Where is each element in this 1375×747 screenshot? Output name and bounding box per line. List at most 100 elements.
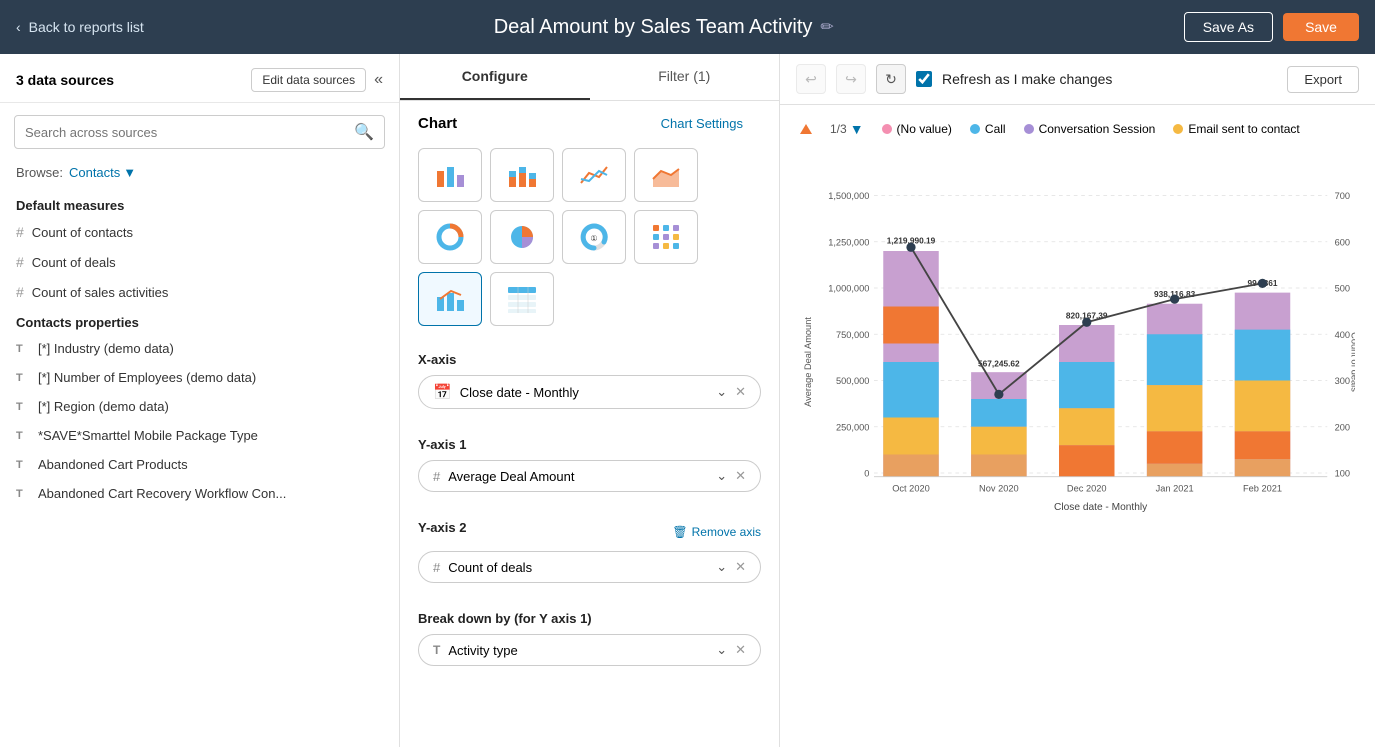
right-toolbar: ↩ ↪ ↻ Refresh as I make changes Export [780, 54, 1375, 105]
bar-jan-segment4 [1147, 431, 1203, 463]
edit-title-icon[interactable]: ✏ [820, 17, 833, 37]
yaxis2-select-inner: # Count of deals [433, 560, 532, 575]
legend-dot-conversation [1024, 124, 1034, 134]
line-point-jan [1170, 294, 1179, 303]
yaxis1-value: Average Deal Amount [448, 469, 574, 484]
yaxis1-clear-icon[interactable]: ✕ [735, 468, 746, 484]
contacts-properties-label: Contacts properties [0, 307, 399, 334]
prop-abandoned-cart[interactable]: T Abandoned Cart Products [0, 450, 399, 479]
svg-text:Count of deals: Count of deals [1349, 332, 1355, 392]
browse-select-button[interactable]: Contacts ▼ [69, 165, 136, 180]
prop-type-icon: T [16, 459, 30, 471]
tab-filter[interactable]: Filter (1) [590, 54, 780, 100]
chart-type-combo[interactable] [418, 272, 482, 326]
xaxis-value: Close date - Monthly [460, 385, 579, 400]
prop-region[interactable]: T [*] Region (demo data) [0, 392, 399, 421]
chart-area: 1/3 ▼ (No value) Call Conversation Sessi… [780, 105, 1375, 747]
redo-button[interactable]: ↪ [836, 64, 866, 94]
xaxis-label: X-axis [418, 352, 761, 367]
svg-text:Dec 2020: Dec 2020 [1067, 484, 1107, 494]
yaxis2-section: Y-axis 2 🗑 Remove axis # Count of deals … [400, 506, 779, 583]
auto-refresh-checkbox[interactable] [916, 71, 932, 87]
svg-text:600: 600 [1335, 237, 1350, 247]
yaxis1-hash-icon: # [433, 469, 440, 484]
bar-jan-segment2 [1147, 334, 1203, 385]
browse-label: Browse: [16, 165, 63, 180]
yaxis2-select[interactable]: # Count of deals ⌄ ✕ [418, 551, 761, 583]
yaxis2-clear-icon[interactable]: ✕ [735, 559, 746, 575]
prop-type-icon: T [16, 401, 30, 413]
data-sources-label: 3 data sources [16, 72, 114, 88]
prop-label: [*] Number of Employees (demo data) [38, 370, 256, 385]
line-point-dec [1082, 318, 1091, 327]
svg-text:Close date - Monthly: Close date - Monthly [1054, 502, 1148, 513]
refresh-button[interactable]: ↻ [876, 64, 906, 94]
prop-employees[interactable]: T [*] Number of Employees (demo data) [0, 363, 399, 392]
chart-type-table[interactable] [490, 272, 554, 326]
export-button[interactable]: Export [1287, 66, 1359, 93]
chart-type-stacked-bar[interactable] [490, 148, 554, 202]
measure-label: Count of contacts [32, 225, 133, 240]
search-input[interactable] [25, 125, 346, 140]
legend-dot-call [970, 124, 980, 134]
chart-type-goal[interactable]: ① [562, 210, 626, 264]
svg-text:0: 0 [864, 469, 869, 479]
save-button[interactable]: Save [1283, 13, 1359, 41]
measure-count-sales-activities[interactable]: # Count of sales activities [0, 277, 399, 307]
prop-label: Abandoned Cart Products [38, 457, 188, 472]
chart-type-bar[interactable] [418, 148, 482, 202]
xaxis-select-inner: 📅 Close date - Monthly [433, 383, 579, 401]
bar-dec-segment3 [1059, 408, 1115, 445]
legend-triangle-icon [800, 124, 812, 134]
breakdown-select[interactable]: T Activity type ⌄ ✕ [418, 634, 761, 666]
remove-axis-button[interactable]: 🗑 Remove axis [672, 525, 761, 539]
undo-button[interactable]: ↩ [796, 64, 826, 94]
svg-text:Average Deal Amount: Average Deal Amount [803, 317, 813, 407]
chart-type-grid[interactable] [634, 210, 698, 264]
chart-type-line[interactable] [562, 148, 626, 202]
pagination-down-icon[interactable]: ▼ [850, 121, 864, 137]
bar-feb-segment3 [1235, 381, 1291, 432]
prop-smarttel[interactable]: T *SAVE*Smarttel Mobile Package Type [0, 421, 399, 450]
chart-settings-link[interactable]: Chart Settings [643, 116, 761, 131]
legend-triangle-item [800, 124, 812, 134]
chart-types-grid: ① [400, 136, 779, 338]
svg-text:500,000: 500,000 [836, 376, 869, 386]
bar-oct-segment2 [883, 307, 939, 344]
back-button[interactable]: ‹ Back to reports list [16, 19, 144, 35]
xaxis-select[interactable]: 📅 Close date - Monthly ⌄ ✕ [418, 375, 761, 409]
bar-dec-segment2 [1059, 362, 1115, 408]
pagination-value: 1/3 [830, 122, 847, 136]
xaxis-select-actions: ⌄ ✕ [716, 384, 746, 400]
legend-conversation: Conversation Session [1024, 122, 1156, 136]
save-as-button[interactable]: Save As [1184, 12, 1273, 42]
left-header: 3 data sources Edit data sources « [0, 54, 399, 103]
chart-type-area[interactable] [634, 148, 698, 202]
prop-type-icon: T [16, 430, 30, 442]
svg-text:750,000: 750,000 [836, 330, 869, 340]
svg-text:①: ① [590, 234, 597, 243]
measure-label: Count of sales activities [32, 285, 169, 300]
breakdown-clear-icon[interactable]: ✕ [735, 642, 746, 658]
prop-industry[interactable]: T [*] Industry (demo data) [0, 334, 399, 363]
main-chart: 1,500,000 1,250,000 1,000,000 750,000 50… [800, 147, 1355, 577]
bar-nov-segment4 [971, 455, 1027, 477]
breakdown-section: Break down by (for Y axis 1) T Activity … [400, 597, 779, 666]
search-icon[interactable]: 🔍 [354, 122, 374, 142]
chart-type-donut[interactable] [418, 210, 482, 264]
measure-count-contacts[interactable]: # Count of contacts [0, 217, 399, 247]
prop-type-icon: T [16, 343, 30, 355]
measure-count-deals[interactable]: # Count of deals [0, 247, 399, 277]
breakdown-type-icon: T [433, 643, 440, 657]
svg-text:Oct 2020: Oct 2020 [892, 484, 930, 494]
bar-nov-segment3 [971, 427, 1027, 455]
bar-jan-segment5 [1147, 464, 1203, 477]
chart-type-pie[interactable] [490, 210, 554, 264]
tab-configure[interactable]: Configure [400, 54, 590, 100]
edit-data-sources-button[interactable]: Edit data sources [251, 68, 366, 92]
breakdown-select-inner: T Activity type [433, 643, 518, 658]
collapse-panel-button[interactable]: « [374, 71, 383, 89]
prop-abandoned-cart-recovery[interactable]: T Abandoned Cart Recovery Workflow Con..… [0, 479, 399, 508]
yaxis1-select[interactable]: # Average Deal Amount ⌄ ✕ [418, 460, 761, 492]
xaxis-clear-icon[interactable]: ✕ [735, 384, 746, 400]
